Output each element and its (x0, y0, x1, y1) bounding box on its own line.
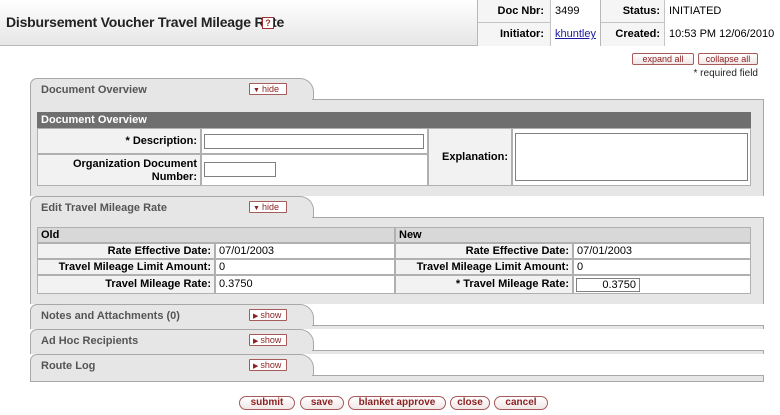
header-info-table: Doc Nbr: 3499 Status: INITIATED Initiato… (477, 0, 780, 46)
document-header: Disbursement Voucher Travel Mileage Rate… (0, 0, 780, 46)
initiator-label: Initiator: (500, 28, 544, 40)
triangle-right-icon: ▶ (253, 363, 259, 370)
document-overview-hide-button[interactable]: ▼ hide (249, 83, 287, 95)
tab-title: Ad Hoc Recipients (41, 335, 139, 347)
new-rate-label: * Travel Mileage Rate: (395, 275, 573, 294)
tab-title: Document Overview (41, 84, 147, 96)
explanation-textarea[interactable] (515, 133, 748, 181)
status-label: Status: (600, 0, 664, 23)
close-button[interactable]: close (450, 396, 490, 410)
triangle-right-icon: ▶ (253, 313, 259, 320)
tab-title: Edit Travel Mileage Rate (41, 202, 167, 214)
description-input[interactable] (204, 134, 424, 149)
route-log-show-button[interactable]: ▶ show (249, 359, 287, 371)
new-column-header: New (395, 227, 751, 243)
description-cell (201, 128, 428, 154)
submit-button[interactable]: submit (239, 396, 295, 410)
old-limit-amount-label: Travel Mileage Limit Amount: (37, 259, 215, 275)
expand-all-button[interactable]: expand all (632, 53, 694, 65)
new-rate-effective-date-value: 07/01/2003 (573, 243, 751, 259)
new-limit-amount-label: Travel Mileage Limit Amount: (395, 259, 573, 275)
tab-route-log: Route Log ▶ show (30, 354, 298, 376)
old-rate-value: 0.3750 (215, 275, 395, 294)
new-limit-amount-value: 0 (573, 259, 751, 275)
initiator-link[interactable]: khuntley (555, 28, 596, 40)
status-value: INITIATED (664, 0, 780, 23)
tab-title: Route Log (41, 360, 96, 372)
tab-curve (298, 78, 314, 100)
route-log-panel (30, 376, 764, 382)
explanation-label: Explanation: (428, 128, 512, 186)
ad-hoc-recipients-show-button[interactable]: ▶ show (249, 334, 287, 346)
org-doc-number-input[interactable] (204, 162, 276, 177)
new-rate-cell (573, 275, 751, 294)
explanation-cell (512, 128, 751, 186)
old-limit-amount-value: 0 (215, 259, 395, 275)
created-label: Created: (600, 23, 664, 46)
required-field-note: * required field (693, 68, 758, 79)
tab-notes-attachments: Notes and Attachments (0) ▶ show (30, 304, 298, 326)
description-label: * Description: (37, 128, 201, 154)
cancel-button[interactable]: cancel (494, 396, 548, 410)
doc-nbr-label: Doc Nbr: (497, 5, 544, 17)
page-title: Disbursement Voucher Travel Mileage Rate (6, 14, 285, 30)
help-icon[interactable]: ? (262, 17, 274, 29)
travel-mileage-rate-input[interactable] (576, 278, 640, 292)
old-rate-effective-date-label: Rate Effective Date: (37, 243, 215, 259)
tab-curve (298, 329, 314, 351)
tab-curve (298, 354, 314, 376)
save-button[interactable]: save (300, 396, 344, 410)
edit-mileage-hide-button[interactable]: ▼ hide (249, 201, 287, 213)
tab-ad-hoc-recipients: Ad Hoc Recipients ▶ show (30, 329, 298, 351)
collapse-all-button[interactable]: collapse all (698, 53, 758, 65)
triangle-down-icon: ▼ (253, 87, 260, 94)
org-doc-number-label: Organization Document Number: (37, 154, 201, 186)
org-doc-number-cell (201, 154, 428, 186)
section-header: Document Overview (37, 112, 751, 128)
doc-nbr-value: 3499 (550, 0, 600, 23)
blanket-approve-button[interactable]: blanket approve (348, 396, 446, 410)
old-column-header: Old (37, 227, 395, 243)
tab-edit-travel-mileage-rate: Edit Travel Mileage Rate ▼ hide (30, 196, 298, 218)
tab-title: Notes and Attachments (0) (41, 310, 180, 322)
new-rate-effective-date-label: Rate Effective Date: (395, 243, 573, 259)
old-rate-effective-date-value: 07/01/2003 (215, 243, 395, 259)
initiator-cell: khuntley (550, 23, 600, 46)
tab-document-overview: Document Overview ▼ hide (30, 78, 298, 100)
tab-curve (298, 196, 314, 218)
triangle-down-icon: ▼ (253, 205, 260, 212)
triangle-right-icon: ▶ (253, 338, 259, 345)
tab-curve (298, 304, 314, 326)
notes-attachments-show-button[interactable]: ▶ show (249, 309, 287, 321)
old-rate-label: Travel Mileage Rate: (37, 275, 215, 294)
created-value: 10:53 PM 12/06/2010 (664, 23, 780, 46)
